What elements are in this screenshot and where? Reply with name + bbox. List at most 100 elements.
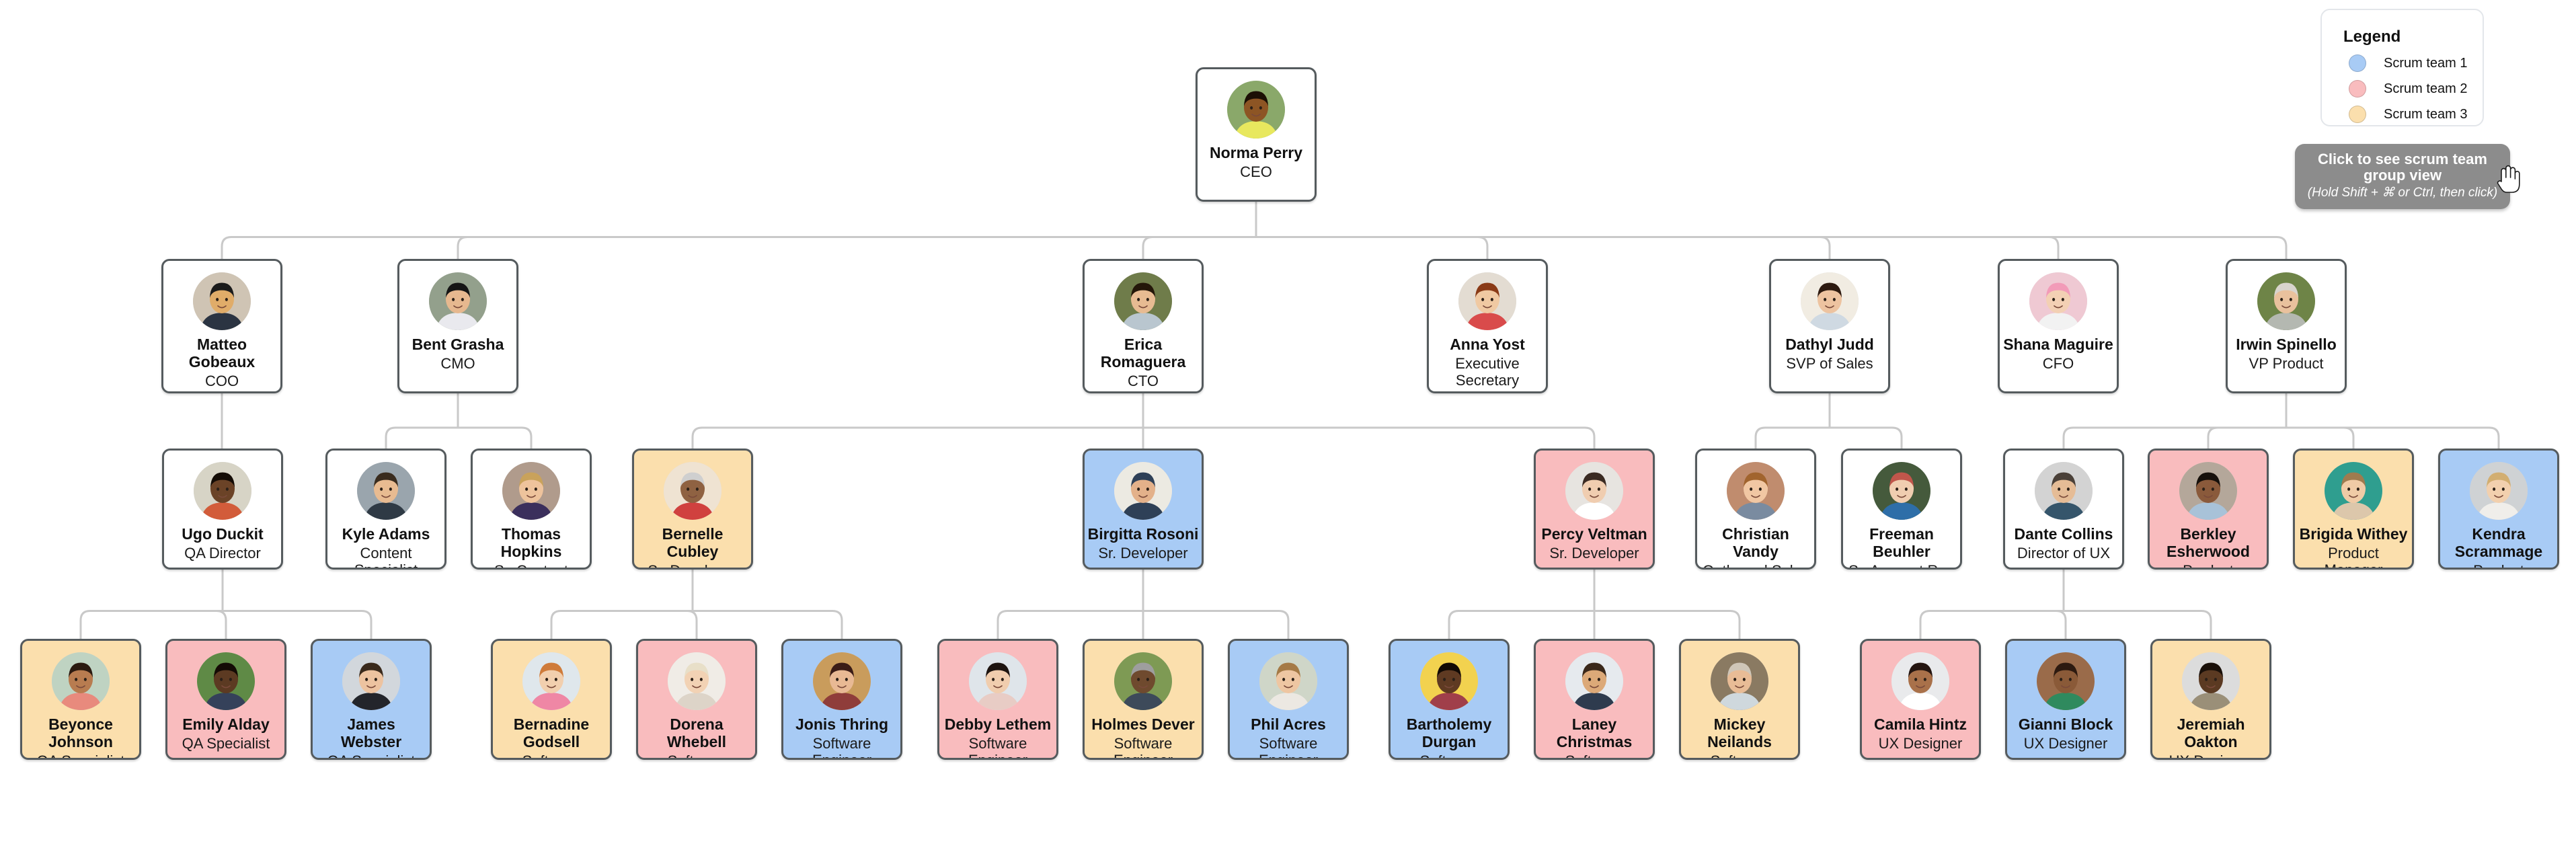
node-person-name: Kendra Scrammage: [2454, 525, 2543, 560]
avatar: [969, 652, 1027, 710]
node-person-name: Dorena Whebell: [666, 715, 727, 750]
org-node[interactable]: Dathyl Judd SVP of Sales: [1769, 259, 1890, 393]
org-node[interactable]: Freeman Beuhler Sr. Account Rep: [1841, 449, 1962, 570]
org-node[interactable]: James Webster QA Specialist: [311, 639, 432, 760]
tooltip-primary-text: Click to see scrum team group view: [2318, 151, 2487, 184]
org-node[interactable]: Mickey Neilands Software Engineer: [1679, 639, 1800, 760]
node-person-name: Berkley Esherwood: [2167, 525, 2250, 560]
org-node[interactable]: Beyonce Johnson QA Specialist: [20, 639, 141, 760]
org-node[interactable]: Bartholemy Durgan Software Engineer: [1389, 639, 1510, 760]
org-node[interactable]: Jonis ThringSoftware Engineer: [781, 639, 902, 760]
node-person-name: Percy Veltman: [1541, 525, 1647, 543]
node-person-title: Sr. Developer: [636, 562, 748, 568]
org-node[interactable]: Dorena Whebell Software Engineer: [636, 639, 757, 760]
avatar: [522, 652, 580, 710]
node-person-title: Software Engineer: [812, 734, 871, 758]
node-person-title: Sr. Account Rep: [1845, 562, 1957, 568]
avatar: [1873, 462, 1930, 520]
legend-item[interactable]: Scrum team 2: [2343, 80, 2483, 98]
org-node[interactable]: Berkley Esherwood Product Manager: [2148, 449, 2269, 570]
avatar: [2182, 652, 2240, 710]
node-person-title: QA Specialist: [182, 734, 270, 752]
node-person-title: Content Specialist: [354, 544, 418, 568]
avatar: [52, 652, 110, 710]
node-person-title: UX Designer: [1878, 734, 1963, 752]
avatar: [1727, 462, 1785, 520]
node-person-name: Shana Maguire: [2003, 336, 2113, 353]
avatar: [2037, 652, 2095, 710]
org-node[interactable]: Ugo Duckit QA Director: [162, 449, 283, 570]
org-node[interactable]: Shana Maguire CFO: [1998, 259, 2119, 393]
node-person-name: Erica Romaguera: [1100, 336, 1186, 371]
org-node[interactable]: Brigida WitheyProduct Manager: [2293, 449, 2414, 570]
node-person-title: QA Specialist: [24, 752, 136, 759]
avatar: [357, 462, 415, 520]
org-node[interactable]: Birgitta Rosoni Sr. Developer: [1083, 449, 1204, 570]
avatar: [1114, 652, 1172, 710]
avatar: [502, 462, 560, 520]
node-person-name: Phil Acres: [1251, 715, 1326, 733]
node-person-name: Brigida Withey: [2299, 525, 2408, 543]
avatar: [1565, 652, 1623, 710]
org-node[interactable]: Holmes DeverSoftware Engineer: [1083, 639, 1204, 760]
node-person-name: Gianni Block: [2018, 715, 2113, 733]
node-person-name: Christian Vandy: [1722, 525, 1789, 560]
node-person-name: Kyle Adams: [342, 525, 430, 543]
avatar: [194, 462, 251, 520]
avatar: [2035, 462, 2093, 520]
org-node[interactable]: Erica Romaguera CTO: [1083, 259, 1204, 393]
legend-item[interactable]: Scrum team 1: [2343, 54, 2483, 72]
avatar: [664, 462, 721, 520]
legend-panel: Legend Scrum team 1 Scrum team 2 Scrum tea…: [2320, 9, 2484, 126]
org-node[interactable]: Camila Hintz UX Designer: [1860, 639, 1981, 760]
avatar: [2257, 272, 2315, 330]
node-person-name: Camila Hintz: [1873, 715, 1967, 733]
hand-cursor-icon: [2497, 165, 2520, 193]
node-person-name: Irwin Spinello: [2236, 336, 2337, 353]
node-person-name: Freeman Beuhler: [1869, 525, 1934, 560]
org-node[interactable]: Gianni Block UX Designer: [2005, 639, 2126, 760]
node-person-title: CEO: [1240, 163, 1272, 180]
org-node[interactable]: Anna Yost Executive Secretary: [1427, 259, 1548, 393]
avatar: [1801, 272, 1859, 330]
node-person-name: Debby Lethem: [944, 715, 1052, 733]
org-node[interactable]: Kyle AdamsContent Specialist: [325, 449, 446, 570]
org-node[interactable]: Percy Veltman Sr. Developer: [1534, 449, 1655, 570]
node-person-name: Anna Yost: [1450, 336, 1525, 353]
org-node[interactable]: Debby LethemSoftware Engineer: [937, 639, 1058, 760]
avatar: [1891, 652, 1949, 710]
org-node[interactable]: Irwin Spinello VP Product: [2226, 259, 2347, 393]
org-node[interactable]: Bernelle Cubley Sr. Developer: [632, 449, 753, 570]
org-node[interactable]: Phil AcresSoftware Engineer: [1228, 639, 1349, 760]
org-node[interactable]: Norma Perry CEO: [1196, 67, 1317, 202]
node-person-name: Norma Perry: [1209, 144, 1303, 161]
org-node[interactable]: Kendra Scrammage Product Manager: [2438, 449, 2559, 570]
node-person-title: CTO: [1127, 372, 1159, 389]
node-person-name: James Webster: [340, 715, 402, 750]
node-person-title: Sr. Content Writer: [475, 562, 587, 568]
node-person-title: VP Product: [2249, 354, 2324, 372]
avatar: [2470, 462, 2528, 520]
org-node[interactable]: Christian Vandy Outbound Sales Rep: [1695, 449, 1816, 570]
org-node[interactable]: Matteo Gobeaux COO: [161, 259, 282, 393]
org-node[interactable]: Thomas Hopkins Sr. Content Writer: [471, 449, 592, 570]
node-person-title: CMO: [440, 354, 475, 372]
tooltip-secondary-text: (Hold Shift + ⌘ or Ctrl, then click): [2307, 186, 2498, 200]
org-node[interactable]: Jeremiah Oakton UX Designer: [2150, 639, 2271, 760]
node-person-title: UX Designer: [2023, 734, 2108, 752]
legend-item-label: Scrum team 2: [2384, 81, 2468, 96]
avatar: [1259, 652, 1317, 710]
legend-color-swatch: [2349, 80, 2366, 98]
avatar: [813, 652, 871, 710]
node-person-title: Software Engineer: [1683, 752, 1795, 759]
node-person-title: Software Engineer: [1259, 734, 1318, 758]
org-node[interactable]: Bent Grasha CMO: [397, 259, 518, 393]
org-node[interactable]: Dante Collins Director of UX: [2003, 449, 2124, 570]
org-node[interactable]: Bernadine Godsell Software Engineer: [491, 639, 612, 760]
node-person-title: Outbound Sales Rep: [1699, 562, 1811, 568]
org-node[interactable]: Emily Alday QA Specialist: [165, 639, 286, 760]
node-person-name: Birgitta Rosoni: [1087, 525, 1199, 543]
legend-item[interactable]: Scrum team 3: [2343, 106, 2483, 123]
avatar: [668, 652, 726, 710]
org-node[interactable]: Laney Christmas Software Engineer: [1534, 639, 1655, 760]
